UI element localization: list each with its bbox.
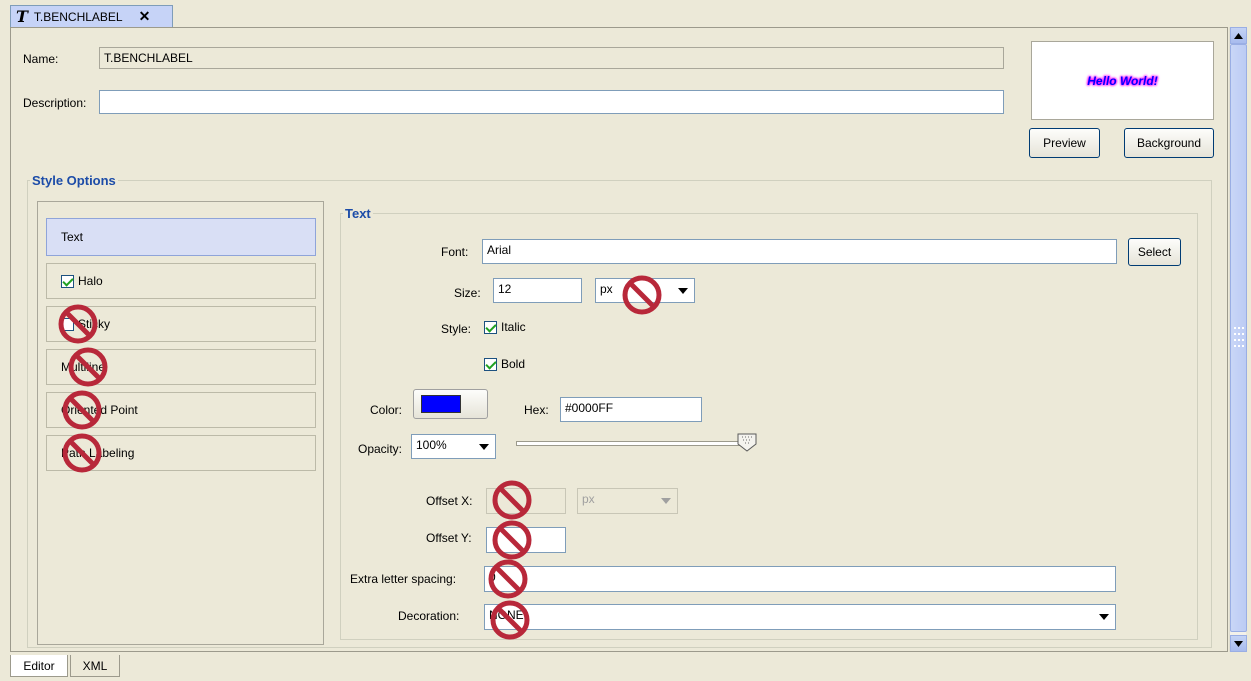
document-tab-label: T.BENCHLABEL [33,9,123,24]
preview-button[interactable]: Preview [1029,128,1100,158]
color-picker-button[interactable] [413,389,488,419]
offset-y-label: Offset Y: [426,531,472,545]
category-text[interactable]: Text [46,218,316,256]
chevron-down-icon [479,444,489,450]
category-label: Halo [78,274,103,288]
opacity-slider-thumb[interactable] [737,433,757,452]
chevron-down-icon [1099,614,1109,620]
style-options-legend: Style Options [32,173,116,188]
chevron-down-icon [661,498,671,504]
scroll-up-button[interactable] [1230,27,1247,44]
opacity-select[interactable]: 100% [411,434,496,459]
grip-icon [1234,327,1244,347]
disabled-icon [490,600,530,640]
category-label: Text [61,230,84,244]
name-field[interactable]: T.BENCHLABEL [99,47,1004,69]
document-tab[interactable]: T T.BENCHLABEL ✕ [10,5,173,27]
font-field[interactable]: Arial [482,239,1117,264]
chevron-down-icon [678,288,688,294]
text-style-icon: T [16,7,28,26]
tab-xml[interactable]: XML [70,655,120,677]
opacity-value: 100% [416,438,447,452]
hex-field[interactable]: #0000FF [560,397,702,422]
decoration-label: Decoration: [398,609,460,623]
disabled-icon [622,275,662,315]
tab-xml-label: XML [82,658,108,673]
description-label: Description: [23,96,87,110]
decoration-select[interactable]: NONE [484,604,1116,630]
scroll-down-button[interactable] [1230,635,1247,652]
opacity-label: Opacity: [358,442,403,456]
font-label: Font: [441,245,469,259]
category-halo[interactable]: Halo [46,263,316,299]
background-button[interactable]: Background [1124,128,1214,158]
color-label: Color: [370,403,403,417]
hex-label: Hex: [524,403,549,417]
italic-option[interactable]: Italic [484,320,526,334]
disabled-icon [62,433,102,473]
offset-x-unit-value: px [582,492,595,506]
size-field[interactable]: 12 [493,278,582,303]
disabled-icon [492,480,532,520]
italic-checkbox[interactable] [484,320,497,334]
close-icon[interactable]: ✕ [139,8,151,25]
bold-label: Bold [501,357,526,371]
tab-editor[interactable]: Editor [10,655,68,677]
color-swatch [421,395,461,413]
chevron-down-icon [1234,640,1243,647]
name-label: Name: [23,52,59,66]
offset-x-unit-select[interactable]: px [577,488,678,514]
preview-sample-text: Hello World! [1087,73,1158,88]
tab-editor-label: Editor [23,658,55,673]
disabled-icon [488,559,528,599]
size-unit-value: px [600,282,613,296]
italic-label: Italic [501,320,526,334]
scroll-thumb[interactable] [1230,44,1247,632]
style-preview: Hello World! [1031,41,1214,120]
halo-checkbox[interactable] [61,274,74,288]
disabled-icon [68,347,108,387]
bold-option[interactable]: Bold [484,357,525,371]
style-label: Style: [441,322,472,336]
vertical-scrollbar[interactable] [1229,27,1247,652]
letter-spacing-field[interactable]: 0 [484,566,1116,592]
select-font-button[interactable]: Select [1128,238,1181,266]
opacity-slider-track[interactable] [516,441,754,446]
chevron-up-icon [1234,32,1243,39]
description-field[interactable] [99,90,1004,114]
letter-spacing-label: Extra letter spacing: [350,572,457,586]
text-legend: Text [345,206,371,221]
bold-checkbox[interactable] [484,357,497,371]
size-label: Size: [454,286,481,300]
disabled-icon [492,520,532,560]
offset-x-label: Offset X: [426,494,473,508]
disabled-icon [62,390,102,430]
disabled-icon [58,304,98,344]
